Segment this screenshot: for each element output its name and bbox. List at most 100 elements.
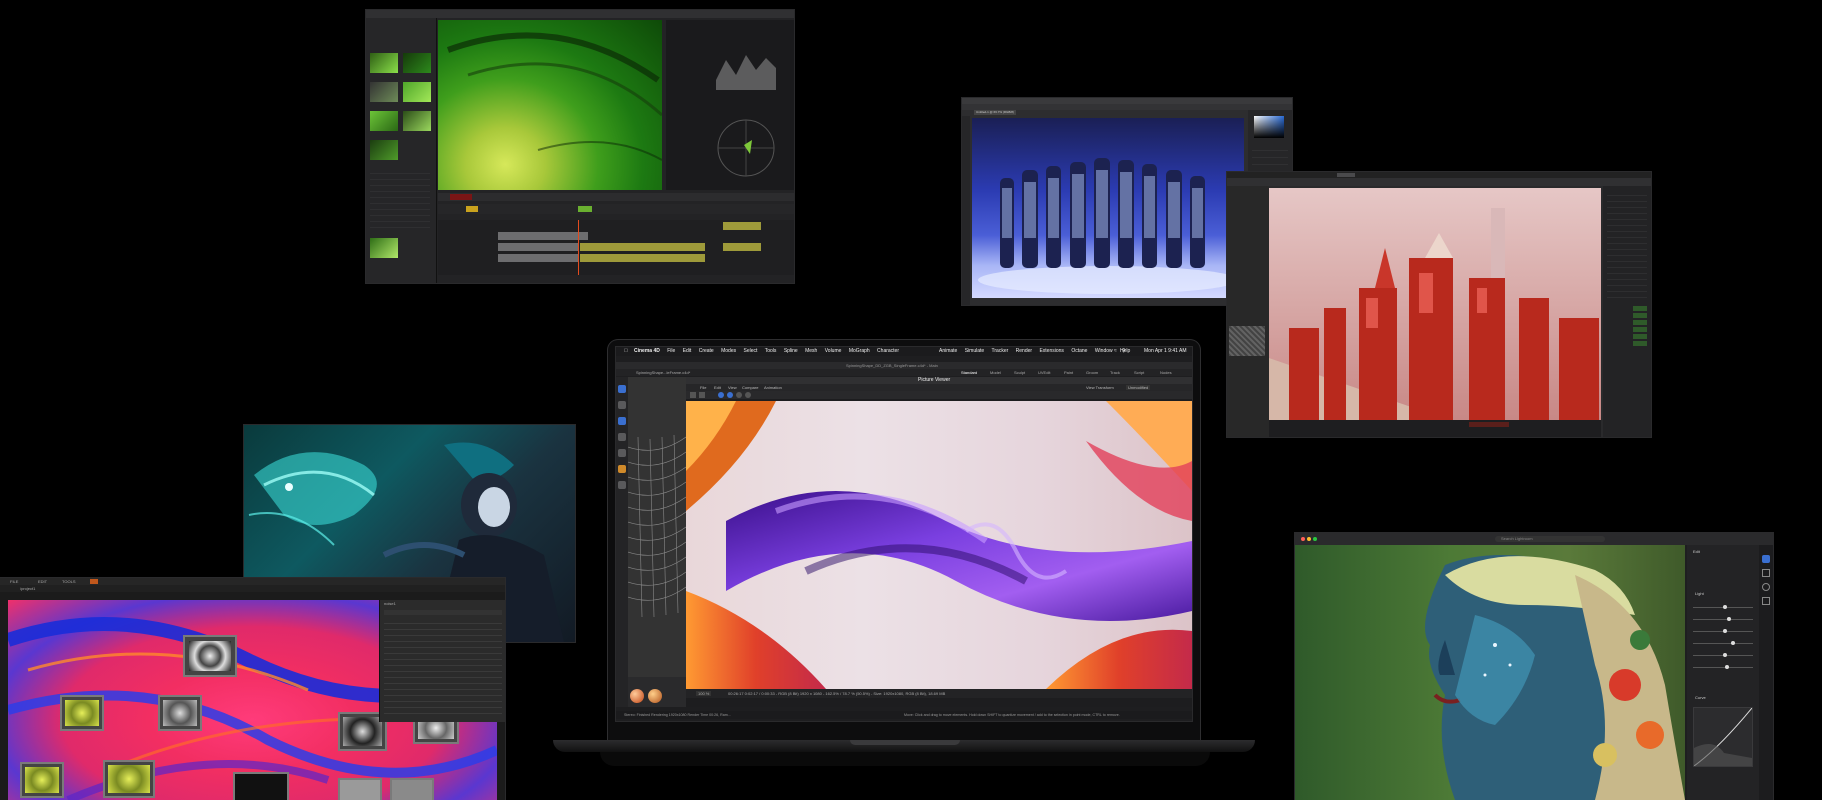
menu-create[interactable]: Create	[699, 348, 714, 354]
move-tool-icon[interactable]	[618, 385, 626, 393]
material-swatch[interactable]	[630, 689, 644, 703]
playhead[interactable]	[578, 220, 579, 275]
material-swatch[interactable]	[648, 689, 662, 703]
apple-menu-icon[interactable]: 	[624, 348, 628, 354]
layout-tab-nodes[interactable]: Nodes	[1160, 370, 1172, 375]
lr-search-field[interactable]: Search Lightroom	[1495, 536, 1605, 542]
layout-tab-groom[interactable]: Groom	[1086, 370, 1098, 375]
layout-tab-script[interactable]: Script	[1134, 370, 1144, 375]
lr-minimize-icon[interactable]	[1307, 537, 1311, 541]
tool-icon[interactable]	[618, 417, 626, 425]
menu-animate[interactable]: Animate	[939, 348, 957, 354]
timeline[interactable]	[438, 220, 794, 275]
ps-tab[interactable]: Untitled-1 @ 66.7% (RGB/8)	[974, 110, 1016, 115]
menu-simulate[interactable]: Simulate	[965, 348, 984, 354]
track-clip[interactable]	[498, 254, 578, 262]
pv-menu-compare[interactable]: Compare	[742, 385, 758, 390]
td-node[interactable]	[20, 762, 64, 798]
layout-tab-model[interactable]: Model	[990, 370, 1001, 375]
clip-thumb[interactable]	[370, 140, 398, 160]
track-clip[interactable]	[580, 254, 705, 262]
track-clip[interactable]	[723, 243, 761, 251]
clip-thumb[interactable]	[403, 111, 431, 131]
menu-extensions[interactable]: Extensions	[1039, 348, 1063, 354]
view-transform-select[interactable]: Unmodified	[1126, 385, 1151, 390]
clip-thumb[interactable]	[403, 53, 431, 73]
clip-thumb[interactable]	[370, 238, 398, 258]
menu-tools[interactable]: Tools	[765, 348, 777, 354]
pv-menu-view[interactable]: View	[728, 385, 737, 390]
color-picker[interactable]	[1254, 116, 1284, 138]
lr-section-curve[interactable]: Curve	[1695, 695, 1706, 700]
menu-mesh[interactable]: Mesh	[805, 348, 817, 354]
td-node[interactable]	[158, 695, 202, 731]
clip-thumb[interactable]	[370, 111, 398, 131]
tool-icon[interactable]	[618, 465, 626, 473]
pv-zoom[interactable]: 100 %	[696, 691, 712, 696]
layout-tab-standard[interactable]: Standard	[961, 370, 977, 375]
td-node[interactable]	[338, 778, 382, 800]
menu-volume[interactable]: Volume	[825, 348, 842, 354]
pv-tool-icon[interactable]	[690, 392, 696, 398]
lr-close-icon[interactable]	[1301, 537, 1305, 541]
lr-slider[interactable]	[1693, 653, 1753, 657]
lr-slider[interactable]	[1693, 617, 1753, 621]
tool-icon[interactable]	[618, 401, 626, 409]
lr-window-controls[interactable]	[1301, 537, 1319, 543]
search-icon[interactable]: ⚲	[1122, 348, 1126, 354]
menu-edit[interactable]: Edit	[683, 348, 692, 354]
menu-render[interactable]: Render	[1016, 348, 1032, 354]
td-params-tabs[interactable]	[384, 610, 502, 615]
pv-tool-icon[interactable]	[727, 392, 733, 398]
menu-octane[interactable]: Octane	[1071, 348, 1087, 354]
masking-icon[interactable]	[1762, 597, 1770, 605]
tool-icon[interactable]	[618, 449, 626, 457]
menu-spline[interactable]: Spline	[784, 348, 798, 354]
lr-curve-graph[interactable]	[1693, 707, 1753, 767]
lr-section-light[interactable]: Light	[1695, 591, 1704, 596]
td-params-rows[interactable]	[384, 618, 502, 718]
clip-thumb[interactable]	[370, 82, 398, 102]
td-path[interactable]: /project1	[20, 586, 35, 591]
track-clip[interactable]	[723, 222, 761, 230]
menu-window[interactable]: Window	[1095, 348, 1113, 354]
td-menu-edit[interactable]: EDIT	[38, 579, 47, 584]
menu-tracker[interactable]: Tracker	[992, 348, 1009, 354]
td-menu-tools[interactable]: TOOLS	[62, 579, 76, 584]
pv-menu-edit[interactable]: Edit	[714, 385, 721, 390]
td-node[interactable]	[390, 778, 434, 800]
td-node[interactable]	[233, 772, 289, 800]
tool-icon[interactable]	[618, 433, 626, 441]
menu-select[interactable]: Select	[744, 348, 758, 354]
menu-character[interactable]: Character	[877, 348, 899, 354]
td-node[interactable]	[103, 760, 155, 798]
c4d-file-tab[interactable]: SpinningShape...leFrame.c4d*	[636, 370, 690, 375]
lr-zoom-icon[interactable]	[1313, 537, 1317, 541]
layout-tab-track[interactable]: Track	[1110, 370, 1120, 375]
edit-icon[interactable]	[1762, 555, 1770, 563]
menu-file[interactable]: File	[667, 348, 675, 354]
c4d-viewport[interactable]	[628, 377, 686, 677]
healing-icon[interactable]	[1762, 583, 1770, 591]
pv-menu-file[interactable]: File	[700, 385, 706, 390]
menu-modes[interactable]: Modes	[721, 348, 736, 354]
td-menu-file[interactable]: FILE	[10, 579, 18, 584]
lr-slider[interactable]	[1693, 605, 1753, 609]
track-clip[interactable]	[580, 243, 705, 251]
wifi-icon[interactable]: ≈	[1114, 348, 1117, 354]
pv-tool-icon[interactable]	[718, 392, 724, 398]
lr-panel-tab-edit[interactable]: Edit	[1693, 549, 1700, 554]
transport-bar[interactable]	[438, 193, 794, 201]
lr-slider[interactable]	[1693, 641, 1753, 645]
lr-slider[interactable]	[1693, 665, 1753, 669]
track-clip[interactable]	[498, 232, 588, 240]
td-node[interactable]	[60, 695, 104, 731]
layout-tab-uvedit[interactable]: UVEdit	[1038, 370, 1050, 375]
pv-tool-icon[interactable]	[699, 392, 705, 398]
lr-slider[interactable]	[1693, 629, 1753, 633]
layout-tab-paint[interactable]: Paint	[1064, 370, 1073, 375]
tool-icon[interactable]	[618, 481, 626, 489]
crop-icon[interactable]	[1762, 569, 1770, 577]
pv-tool-icon[interactable]	[745, 392, 751, 398]
layout-tab-sculpt[interactable]: Sculpt	[1014, 370, 1025, 375]
